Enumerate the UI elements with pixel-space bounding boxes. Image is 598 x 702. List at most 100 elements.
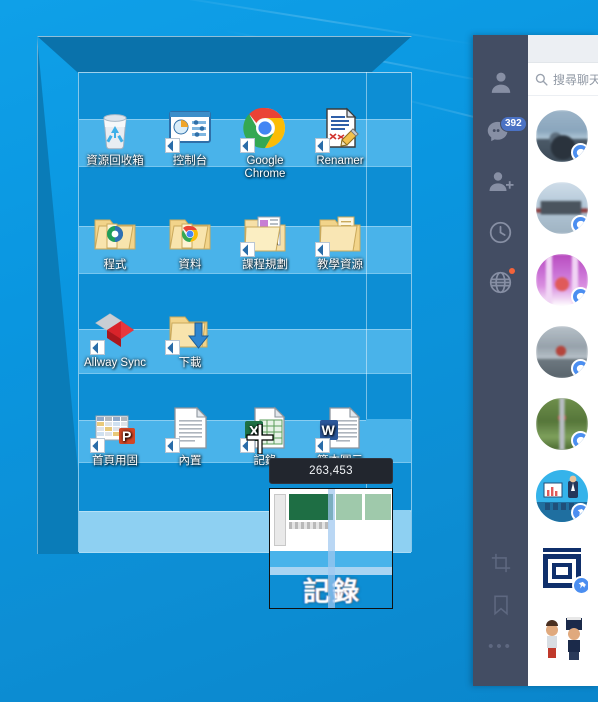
search-input-placeholder: 搜尋聊天 xyxy=(553,72,598,87)
search-bar[interactable]: 搜尋聊天 xyxy=(528,63,598,96)
shortcut-arrow-icon xyxy=(240,138,255,153)
folder-download-icon xyxy=(165,306,214,355)
desktop-icon-google-chrome[interactable]: Google Chrome xyxy=(226,104,304,181)
shortcut-arrow-icon xyxy=(90,438,105,453)
desktop-icon-label: Google Chrome xyxy=(244,155,286,180)
chat-avatar-6[interactable] xyxy=(536,470,588,522)
desktop-icon-renamer[interactable]: Renamer xyxy=(301,104,379,168)
desktop-icon-label: 資料 xyxy=(178,259,202,271)
messenger-rail-bottom: ••• xyxy=(473,520,528,668)
shortcut-arrow-icon xyxy=(240,242,255,257)
rail-item-crop[interactable] xyxy=(473,542,528,584)
messages-unread-badge: 392 xyxy=(500,116,527,132)
desktop-icon-teaching-resources-folder[interactable]: 教學資源 xyxy=(301,208,379,272)
desktop-icon-label: 資源回收箱 xyxy=(86,155,144,167)
chat-list-item[interactable] xyxy=(528,460,598,532)
desktop-icon-label: Allway Sync xyxy=(84,357,146,369)
preview-block-green xyxy=(365,494,391,520)
chat-avatar-8[interactable] xyxy=(536,614,588,666)
shortcut-arrow-icon xyxy=(165,340,180,355)
desktop-icon-label: 首頁用固 xyxy=(92,455,138,467)
chat-list-item[interactable] xyxy=(528,244,598,316)
chat-avatar-5[interactable] xyxy=(536,398,588,450)
messenger-badge xyxy=(571,287,588,306)
chat-list-item[interactable] xyxy=(528,532,598,604)
preview-crosshair xyxy=(328,489,335,608)
desktop-icon-built-in-document[interactable]: 內置 xyxy=(151,404,229,468)
desktop-icon-data-folder[interactable]: 資料 xyxy=(151,208,229,272)
wallpaper-box-left-wall xyxy=(37,36,79,554)
chat-avatar-1[interactable] xyxy=(536,110,588,162)
messenger-badge xyxy=(571,215,588,234)
rail-item-globe[interactable] xyxy=(473,257,528,307)
chat-avatar-7[interactable] xyxy=(536,542,588,594)
google-chrome-icon xyxy=(240,104,289,153)
messenger-badge xyxy=(571,431,588,450)
control-panel-icon xyxy=(165,104,214,153)
allway-sync-icon xyxy=(90,306,139,355)
recycle-bin-icon xyxy=(91,104,139,152)
powerpoint-table-icon: P xyxy=(90,404,139,453)
messenger-badge xyxy=(571,143,588,162)
preview-gray-row xyxy=(289,522,329,529)
desktop-icon-label: 控制台 xyxy=(172,155,208,167)
folder-data-chrome-icon xyxy=(166,208,214,256)
zoom-preview-window[interactable]: 記錄 xyxy=(269,488,393,609)
desktop-icon-programs-folder[interactable]: 程式 xyxy=(76,208,154,272)
rail-item-recent[interactable] xyxy=(473,207,528,257)
tooltip-text: 263,453 xyxy=(309,465,353,477)
desktop-icon-label: 程式 xyxy=(103,259,127,271)
pin-badge xyxy=(571,503,588,522)
chat-list-item[interactable] xyxy=(528,100,598,172)
chat-avatar-3[interactable] xyxy=(536,254,588,306)
folder-programs-icon xyxy=(91,208,139,256)
rail-item-add-friend[interactable] xyxy=(473,157,528,207)
desktop-icon-label: 下載 xyxy=(178,357,202,369)
preview-sheet xyxy=(274,494,286,546)
profile-icon xyxy=(488,69,514,95)
shortcut-arrow-icon xyxy=(90,340,105,355)
preview-block-green xyxy=(336,494,362,520)
preview-block-dark-green xyxy=(289,494,333,520)
rail-item-messages[interactable]: 392 xyxy=(473,107,528,157)
add-friend-icon xyxy=(487,169,514,195)
rail-item-profile[interactable] xyxy=(473,57,528,107)
search-icon xyxy=(535,73,548,86)
tooltip: 263,453 xyxy=(269,458,393,484)
renamer-document-pencil-icon xyxy=(315,104,364,153)
desktop-icon-downloads-folder[interactable]: 下載 xyxy=(151,306,229,370)
rail-item-bookmark[interactable] xyxy=(473,584,528,626)
desktop-icon-control-panel[interactable]: 控制台 xyxy=(151,104,229,168)
messenger-header xyxy=(528,35,598,63)
bookmark-icon xyxy=(491,594,511,616)
shortcut-arrow-icon xyxy=(315,438,330,453)
desktop-icon-label: Renamer xyxy=(316,155,364,167)
chat-list-item[interactable] xyxy=(528,604,598,676)
chat-list-item[interactable] xyxy=(528,316,598,388)
shortcut-arrow-icon xyxy=(315,138,330,153)
desktop-icon-recycle-bin[interactable]: 資源回收箱 xyxy=(76,104,154,168)
messenger-main: 搜尋聊天 xyxy=(528,35,598,686)
messenger-panel: 392 ••• 搜尋聊天 xyxy=(473,35,598,686)
chat-list-item[interactable] xyxy=(528,172,598,244)
crosshair-cursor-icon xyxy=(246,423,274,455)
globe-notification-dot xyxy=(509,268,515,274)
folder-open-photo-icon xyxy=(240,208,289,257)
text-document-icon xyxy=(165,404,214,453)
desktop-icon-allway-sync[interactable]: Allway Sync xyxy=(76,306,154,370)
pin-badge xyxy=(572,576,588,594)
rail-item-more-options[interactable]: ••• xyxy=(473,626,528,668)
chat-list[interactable] xyxy=(528,96,598,686)
desktop-screen: 資源回收箱 控制台 Google Chrome Renamer 程式 資料 課程… xyxy=(0,0,598,702)
chat-list-item[interactable] xyxy=(528,388,598,460)
shortcut-arrow-icon xyxy=(165,438,180,453)
desktop-icon-label: 課程規劃 xyxy=(242,259,288,271)
desktop-icon-label: 教學資源 xyxy=(317,259,363,271)
desktop-icon-homepage-template[interactable]: P 首頁用固 xyxy=(76,404,154,468)
desktop-icon-course-planning-folder[interactable]: 課程規劃 xyxy=(226,208,304,272)
messenger-rail: 392 ••• xyxy=(473,35,528,686)
crop-icon xyxy=(490,552,512,574)
chat-avatar-2[interactable] xyxy=(536,182,588,234)
folder-yellow-icon xyxy=(315,208,364,257)
chat-avatar-4[interactable] xyxy=(536,326,588,378)
